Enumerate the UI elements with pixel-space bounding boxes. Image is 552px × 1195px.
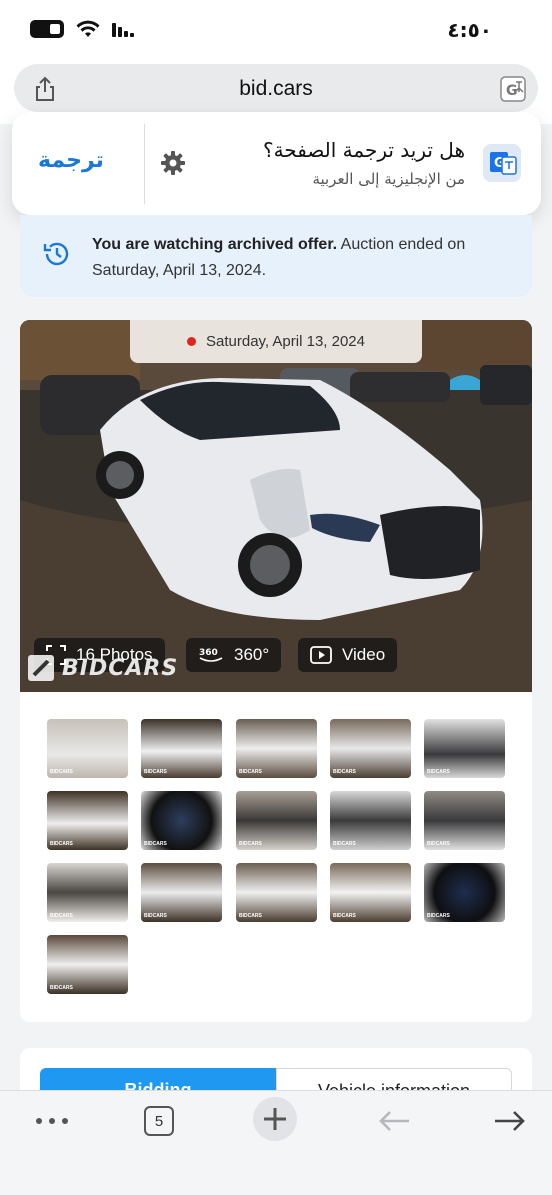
translate-button[interactable]: ترجمة <box>38 148 104 173</box>
history-icon <box>43 242 69 266</box>
thumbnail[interactable]: BIDCARS <box>330 719 411 778</box>
thumbnail[interactable]: BIDCARS <box>236 791 317 850</box>
gallery-card: Saturday, April 13, 2024 16 Photos 360 3… <box>20 320 532 1022</box>
thumbnail[interactable]: BIDCARS <box>47 935 128 994</box>
archived-offer-bold: You are watching archived offer. <box>92 236 338 253</box>
svg-text:360: 360 <box>199 648 218 658</box>
gear-icon[interactable] <box>160 150 186 176</box>
bidcars-watermark: BIDCARS <box>26 653 178 683</box>
more-button[interactable] <box>30 1101 74 1141</box>
thumbnail[interactable]: BIDCARS <box>330 863 411 922</box>
arrow-right-icon <box>495 1111 525 1131</box>
status-icons <box>30 20 134 38</box>
play-icon <box>310 646 332 664</box>
thumbnail[interactable]: BIDCARS <box>141 791 222 850</box>
archived-offer-banner: You are watching archived offer. Auction… <box>20 215 532 297</box>
arrow-left-icon <box>379 1111 409 1131</box>
archived-offer-text: You are watching archived offer. Auction… <box>92 232 492 284</box>
more-dots-icon <box>36 1118 68 1124</box>
signal-icon <box>112 23 134 37</box>
wifi-icon <box>76 20 100 37</box>
tab-count: 5 <box>144 1106 174 1136</box>
address-bar[interactable]: bid.cars G <box>14 64 538 112</box>
status-dot <box>187 337 196 346</box>
thumbnail[interactable]: BIDCARS <box>141 863 222 922</box>
thumbnail[interactable]: BIDCARS <box>47 719 128 778</box>
tabs-button[interactable]: 5 <box>142 1101 176 1141</box>
browser-toolbar: 5 <box>0 1090 552 1195</box>
forward-button[interactable] <box>488 1101 532 1141</box>
translate-icon[interactable]: G <box>500 76 526 102</box>
hero-photo[interactable]: Saturday, April 13, 2024 16 Photos 360 3… <box>20 320 532 692</box>
google-translate-icon: G <box>483 144 521 182</box>
view-360-label: 360° <box>234 645 270 664</box>
back-button[interactable] <box>372 1101 416 1141</box>
translate-subtitle: من الإنجليزية إلى العربية <box>312 170 465 188</box>
rotate-360-icon: 360 <box>199 648 223 662</box>
new-tab-button[interactable] <box>253 1097 297 1141</box>
thumbnail[interactable]: BIDCARS <box>47 863 128 922</box>
status-time: ٤:٥٠ <box>447 18 492 42</box>
url-text[interactable]: bid.cars <box>14 77 538 101</box>
thumbnail[interactable]: BIDCARS <box>330 791 411 850</box>
translate-title: هل تريد ترجمة الصفحة؟ <box>262 138 465 162</box>
thumbnail[interactable]: BIDCARS <box>424 863 505 922</box>
bidcars-logo-icon <box>28 655 54 681</box>
view-360-button[interactable]: 360 360° <box>186 638 282 672</box>
video-button[interactable]: Video <box>298 638 398 672</box>
translate-popup: ترجمة هل تريد ترجمة الصفحة؟ من الإنجليزي… <box>12 112 541 215</box>
auction-date-pill: Saturday, April 13, 2024 <box>130 320 422 363</box>
divider <box>144 124 145 204</box>
thumbnail[interactable]: BIDCARS <box>141 719 222 778</box>
thumbnail[interactable]: BIDCARS <box>236 863 317 922</box>
battery-icon <box>30 20 64 38</box>
auction-date: Saturday, April 13, 2024 <box>206 333 365 350</box>
status-bar: ٤:٥٠ <box>0 0 552 60</box>
bidcars-logo-text: BIDCARS <box>62 655 179 681</box>
plus-icon <box>253 1097 297 1141</box>
video-label: Video <box>342 645 386 664</box>
thumbnail[interactable]: BIDCARS <box>424 791 505 850</box>
thumbnail[interactable]: BIDCARS <box>424 719 505 778</box>
car-photo-image <box>20 320 532 692</box>
thumbnail[interactable]: BIDCARS <box>236 719 317 778</box>
thumbnail[interactable]: BIDCARS <box>47 791 128 850</box>
